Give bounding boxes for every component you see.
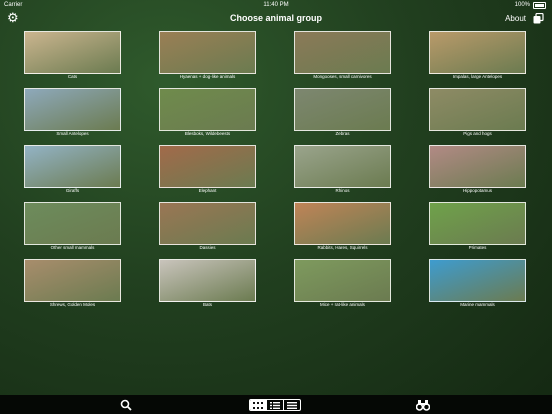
view-mode-selector: [249, 399, 301, 411]
compact-list-icon: [287, 401, 297, 409]
animal-group-tile[interactable]: Other small mammals: [24, 202, 121, 250]
animal-group-label: Elephant: [198, 188, 217, 193]
animal-group-tile[interactable]: Zebras: [294, 88, 391, 136]
battery-indicator: 100%: [515, 0, 546, 10]
animal-group-image: [294, 88, 391, 131]
animal-group-image: [24, 31, 121, 74]
compact-list-view-button[interactable]: [283, 400, 300, 410]
animal-group-label: Primates: [468, 245, 487, 250]
animal-group-image: [294, 202, 391, 245]
animal-group-tile[interactable]: Blesboks, Wildebeests: [159, 88, 256, 136]
animal-group-image: [429, 259, 526, 302]
animal-group-label: Cats: [67, 74, 78, 79]
animal-group-label: Rabbits, Hares, Squirrels: [317, 245, 368, 250]
animal-group-image: [294, 259, 391, 302]
animal-group-image: [294, 145, 391, 188]
page-title: Choose animal group: [229, 13, 322, 23]
animal-group-label: Small Antelopes: [56, 131, 89, 136]
animal-group-image: [429, 202, 526, 245]
animal-group-tile[interactable]: Hyaenas + dog-like animals: [159, 31, 256, 79]
animal-group-image: [429, 31, 526, 74]
animal-group-image: [429, 145, 526, 188]
grid-view-button[interactable]: [250, 400, 266, 410]
animal-group-image: [159, 88, 256, 131]
animal-group-image: [24, 145, 121, 188]
animal-group-label: Zebras: [335, 131, 350, 136]
tab-bar: [0, 395, 552, 414]
animal-group-label: Hippopotamus: [462, 188, 493, 193]
animal-group-label: Mice + rat-like animals: [320, 302, 365, 307]
animal-group-image: [159, 259, 256, 302]
clock: 11:40 PM: [263, 2, 289, 8]
animal-group-image: [24, 88, 121, 131]
search-icon[interactable]: [120, 399, 132, 411]
animal-group-tile[interactable]: Pigs and hogs: [429, 88, 526, 136]
animal-group-label: Shrews, Golden Moles: [49, 302, 96, 307]
animal-group-grid: Cats Hyaenas + dog-like animals Mongooses,…: [24, 31, 530, 307]
animal-group-tile[interactable]: Elephant: [159, 145, 256, 193]
animal-group-label: Marine mammals: [460, 302, 495, 307]
animal-group-tile[interactable]: Shrews, Golden Moles: [24, 259, 121, 307]
list-icon: [270, 401, 280, 409]
animal-group-label: Impalas, large Antelopes: [452, 74, 503, 79]
animal-group-tile[interactable]: Mongooses, small carnivores: [294, 31, 391, 79]
animal-group-tile[interactable]: Cats: [24, 31, 121, 79]
animal-group-image: [159, 31, 256, 74]
animal-group-tile[interactable]: Marine mammals: [429, 259, 526, 307]
animal-group-label: Other small mammals: [50, 245, 95, 250]
about-button[interactable]: About: [505, 10, 526, 27]
animal-group-label: Pigs and hogs: [463, 131, 492, 136]
animal-group-image: [24, 259, 121, 302]
animal-group-image: [159, 145, 256, 188]
animal-group-tile[interactable]: Dassies: [159, 202, 256, 250]
animal-group-label: Mongooses, small carnivores: [313, 74, 372, 79]
animal-group-label: Hyaenas + dog-like animals: [179, 74, 236, 79]
status-bar: Carrier 11:40 PM 100%: [0, 0, 552, 10]
animal-group-tile[interactable]: Rhinos: [294, 145, 391, 193]
animal-group-tile[interactable]: Small Antelopes: [24, 88, 121, 136]
animal-group-image: [294, 31, 391, 74]
animal-group-tile[interactable]: Impalas, large Antelopes: [429, 31, 526, 79]
animal-group-label: Blesboks, Wildebeests: [184, 131, 231, 136]
copy-icon[interactable]: [533, 13, 544, 24]
animal-group-label: Dassies: [199, 245, 216, 250]
list-view-button[interactable]: [266, 400, 283, 410]
animal-group-label: Giraffs: [65, 188, 80, 193]
binoculars-icon[interactable]: [416, 399, 430, 411]
animal-group-tile[interactable]: Bats: [159, 259, 256, 307]
nav-bar: ⚙ Choose animal group About: [0, 10, 552, 27]
animal-group-label: Rhinos: [335, 188, 350, 193]
animal-group-tile[interactable]: Rabbits, Hares, Squirrels: [294, 202, 391, 250]
animal-group-tile[interactable]: Primates: [429, 202, 526, 250]
grid-icon: [253, 401, 263, 409]
animal-group-tile[interactable]: Hippopotamus: [429, 145, 526, 193]
animal-group-tile[interactable]: Giraffs: [24, 145, 121, 193]
animal-group-image: [159, 202, 256, 245]
animal-group-image: [24, 202, 121, 245]
battery-icon: [533, 1, 546, 9]
animal-group-label: Bats: [202, 302, 212, 307]
animal-group-image: [429, 88, 526, 131]
animal-group-tile[interactable]: Mice + rat-like animals: [294, 259, 391, 307]
battery-percent: 100%: [514, 2, 530, 8]
